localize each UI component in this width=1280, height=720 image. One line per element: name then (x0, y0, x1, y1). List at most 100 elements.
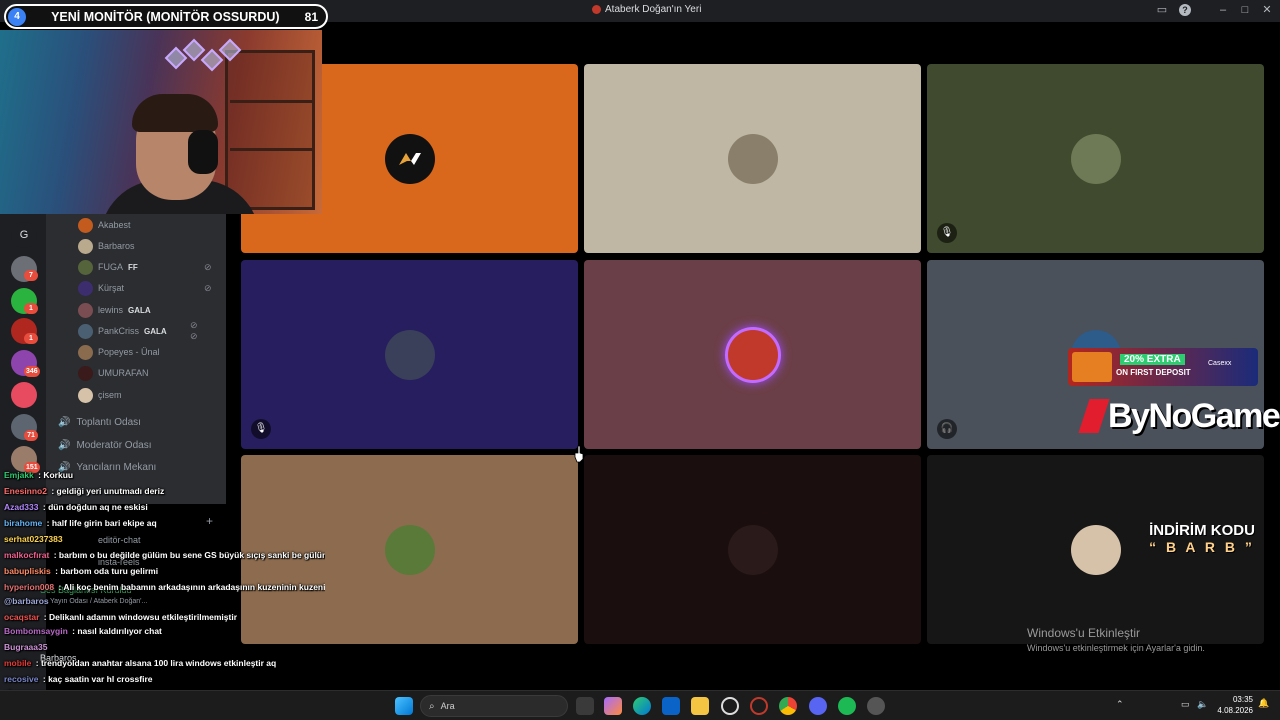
maximize-button[interactable]: □ (1238, 3, 1252, 17)
voice-channel[interactable]: 🔊 Toplantı Odası (58, 413, 141, 431)
chat-username[interactable]: ocaqstar (4, 612, 39, 622)
chat-username[interactable]: mobile (4, 658, 31, 668)
start-button[interactable] (395, 697, 413, 715)
chat-text: geldiği yeri unutmadı deriz (56, 486, 165, 496)
voice-channel[interactable]: 🔊 Moderatör Odası (58, 436, 152, 454)
discord-icon[interactable] (809, 697, 827, 715)
chat-username[interactable]: Bombomsaygin (4, 626, 68, 636)
server-icon (592, 5, 601, 14)
search-placeholder: Ara (440, 701, 455, 711)
file-explorer-icon[interactable] (691, 697, 709, 715)
notification-icon[interactable]: 🔔 (1258, 698, 1269, 709)
voice-member[interactable]: UMURAFAN (78, 364, 149, 382)
server-icon[interactable]: G (11, 222, 37, 248)
chat-message: Bugraaa35 (4, 642, 49, 652)
screen: Ataberk Doğan'ın Yeri ▭ ? – □ ✕ 🎙 🎙 🎙 🎙 (0, 0, 1280, 720)
app-icon[interactable] (867, 697, 885, 715)
participant-avatar (727, 524, 778, 575)
chat-username[interactable]: recosive (4, 674, 39, 684)
chat-username[interactable]: Azad333 (4, 502, 39, 512)
chat-username[interactable]: birahome (4, 518, 42, 528)
outlook-icon[interactable] (662, 697, 680, 715)
chat-text: nasıl kaldırılıyor chat (77, 626, 162, 636)
chat-message: Emjakk : Korkuu (4, 470, 73, 480)
chat-text: barbım o bu değilde gülüm bu sene GS büy… (58, 550, 325, 560)
gift-box-icon (1072, 352, 1112, 382)
voice-member[interactable]: lewins GALA (78, 301, 151, 319)
stream-title-bar: 4 YENİ MONİTÖR (MONİTÖR OSSURDU) 81 (4, 4, 328, 29)
chat-message: babupliskis : barbom oda turu gelirmi (4, 566, 158, 576)
chat-text: half life girin bari ekipe aq (51, 518, 157, 528)
voice-member[interactable]: Barbaros (78, 237, 135, 255)
chat-separator: : (33, 658, 41, 668)
server-badge: 7 (24, 270, 38, 281)
deafened-icon: 🎧 (937, 419, 957, 439)
chat-username[interactable]: babupliskis (4, 566, 51, 576)
stream-title: YENİ MONİTÖR (MONİTÖR OSSURDU) (51, 9, 280, 24)
chat-username[interactable]: Emjakk (4, 470, 34, 480)
participant-avatar (384, 329, 435, 380)
channel-name: Toplantı Odası (76, 416, 141, 428)
inbox-icon[interactable]: ▭ (1155, 3, 1169, 17)
participant-tile[interactable]: 🎙 (584, 260, 921, 449)
voice-member[interactable]: çisem (78, 386, 122, 404)
chat-username[interactable]: hyperion008 (4, 582, 54, 592)
voice-member[interactable]: FUGA FF ⊘ (78, 258, 212, 276)
muted-mic-icon: 🎙 (251, 419, 271, 439)
participant-tile[interactable]: 🎙 (927, 64, 1264, 253)
participant-tile[interactable]: 🎙 (584, 455, 921, 644)
chat-message: Azad333 : dün doğdun aq ne eskisi (4, 502, 148, 512)
edge-icon[interactable] (633, 697, 651, 715)
streamer-hair (132, 94, 218, 132)
close-button[interactable]: ✕ (1260, 3, 1274, 17)
minimize-button[interactable]: – (1216, 3, 1230, 17)
member-name: UMURAFAN (98, 368, 149, 378)
chat-username[interactable]: @barbaros (4, 596, 49, 606)
chat-username[interactable]: Bugraaa35 (4, 642, 47, 652)
chat-message: serhat0237383 (4, 534, 65, 544)
taskbar: ⌕ Ara ⌃ ▭ 🔈 03:35 4.08.2026 🔔 (0, 690, 1280, 720)
chrome-icon[interactable] (779, 697, 797, 715)
chat-username[interactable]: Enesinno2 (4, 486, 47, 496)
chat-overlay: Emjakk : Korkuu Enesinno2 : geldiği yeri … (0, 466, 325, 720)
muted-mic-icon: ⊘ (204, 282, 212, 293)
opera-icon[interactable] (750, 697, 768, 715)
taskbar-search[interactable]: ⌕ Ara (420, 695, 568, 717)
streamer-webcam (0, 30, 322, 214)
shelf (230, 100, 314, 103)
member-tag: GALA (128, 305, 151, 315)
chat-username[interactable]: serhat0237383 (4, 534, 63, 544)
server-badge: 71 (24, 430, 38, 441)
chat-separator: : (40, 502, 49, 512)
chat-username[interactable]: malkocfırat (4, 550, 49, 560)
server-badge: 1 (24, 303, 38, 314)
neon-cube-decor (162, 38, 248, 74)
participant-tile[interactable]: 🎙 (241, 260, 578, 449)
chat-message: recosive : kaç saatin var hl crossfire (4, 674, 152, 684)
muted-mic-icon: ⊘ (204, 261, 212, 272)
participant-avatar (384, 524, 435, 575)
voice-member[interactable]: PankCriss GALA ⊘ ⊘ (78, 320, 198, 341)
help-icon[interactable]: ? (1179, 4, 1191, 16)
avatar (78, 344, 93, 360)
server-icon[interactable] (11, 382, 37, 408)
voice-member[interactable]: Popeyes - Ünal (78, 343, 160, 361)
volume-icon[interactable]: 🔈 (1197, 699, 1208, 710)
brand-logo: ByNoGame (1078, 394, 1280, 438)
tray-chevron-icon[interactable]: ⌃ (1116, 699, 1124, 710)
member-name: Kürşat (98, 283, 125, 293)
task-view-icon[interactable] (576, 697, 594, 715)
channel-name: Moderatör Odası (76, 439, 152, 451)
xbox-icon[interactable] (721, 697, 739, 715)
participant-tile[interactable]: 🎙 (584, 64, 921, 253)
ad-logo: Casexx (1208, 360, 1232, 367)
windows-activation-watermark: Windows'u Etkinleştir Windows'u etkinleş… (1027, 626, 1205, 653)
voice-member[interactable]: Akabest (78, 216, 131, 234)
voice-member[interactable]: Kürşat ⊘ (78, 279, 212, 297)
copilot-icon[interactable] (604, 697, 622, 715)
system-clock[interactable]: 03:35 4.08.2026 (1208, 694, 1253, 716)
ad-subtitle: ON FIRST DEPOSIT (1116, 368, 1191, 377)
network-icon[interactable]: ▭ (1181, 699, 1190, 710)
activation-subtitle: Windows'u etkinleştirmek için Ayarlar'a … (1027, 643, 1205, 653)
spotify-icon[interactable] (838, 697, 856, 715)
